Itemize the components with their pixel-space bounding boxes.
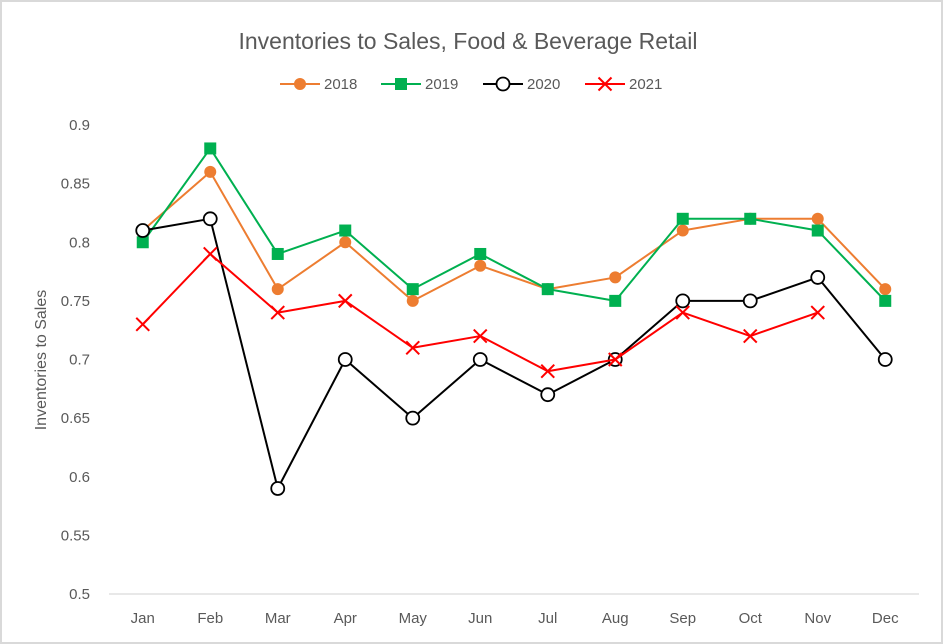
data-point-2018-mar [271, 283, 284, 296]
y-axis-title: Inventories to Sales [33, 290, 50, 431]
data-point-2018-apr [339, 236, 352, 249]
series-2018 [136, 165, 892, 307]
legend-label: 2021 [629, 76, 662, 93]
legend-marker-square [395, 78, 407, 90]
data-point-2018-dec [879, 283, 892, 296]
y-tick-label: 0.75 [61, 293, 90, 310]
legend: 2018 2019 2020 2021 [280, 76, 662, 93]
y-tick-label: 0.55 [61, 527, 90, 544]
data-point-2019-mar [271, 247, 284, 260]
data-point-2019-jan [136, 236, 149, 249]
data-point-2021-feb [203, 246, 218, 262]
series-line-2018 [142, 170, 886, 302]
x-tick-label: Mar [265, 610, 291, 627]
x-tick-label: Sep [669, 610, 696, 627]
data-point-2020-nov [810, 270, 826, 285]
data-point-2019-may [406, 283, 419, 296]
data-point-2018-may [406, 294, 419, 307]
x-tick-label: Feb [197, 610, 223, 627]
data-point-2019-dec [879, 294, 892, 307]
data-point-2019-oct [744, 212, 757, 225]
x-tick-label: May [399, 610, 428, 627]
data-point-2019-sep [676, 212, 689, 225]
data-point-2018-aug [609, 271, 622, 284]
data-point-2018-feb [204, 165, 217, 178]
series-layer [135, 142, 893, 496]
x-tick-label: Oct [739, 610, 763, 627]
data-point-2020-may [405, 410, 421, 426]
y-tick-label: 0.9 [69, 117, 90, 134]
legend-marker-circle [294, 78, 306, 90]
legend-item-2019: 2019 [381, 76, 458, 93]
data-point-2019-nov [811, 224, 824, 237]
data-point-2019-apr [339, 224, 352, 237]
x-tick-label: Dec [872, 610, 899, 627]
x-tick-label: Apr [334, 610, 357, 627]
data-point-2019-jun [474, 247, 487, 260]
data-point-2018-sep [676, 224, 689, 237]
legend-label: 2020 [527, 76, 560, 93]
data-point-2019-jul [541, 283, 554, 296]
y-tick-label: 0.8 [69, 234, 90, 251]
data-point-2021-nov [810, 305, 825, 320]
x-tick-label: Jan [131, 610, 155, 627]
x-tick-label: Aug [602, 610, 629, 627]
data-point-2018-jun [474, 259, 487, 272]
data-point-2018-nov [811, 212, 824, 225]
y-axis: 0.5 0.55 0.6 0.65 0.7 0.75 0.8 0.85 0.9 [61, 117, 90, 603]
legend-item-2021: 2021 [585, 76, 662, 93]
x-axis: Jan Feb Mar Apr May Jun Jul Aug Sep Oct Nov Dec [131, 610, 899, 627]
y-tick-label: 0.85 [61, 176, 90, 193]
y-tick-label: 0.5 [69, 586, 90, 603]
data-point-2021-oct [743, 328, 758, 344]
x-tick-label: Jun [468, 610, 492, 627]
series-2019 [136, 142, 892, 307]
legend-label: 2018 [324, 76, 357, 93]
x-tick-label: Jul [538, 610, 557, 627]
data-point-2021-jan [135, 317, 150, 332]
data-point-2020-jan [135, 223, 151, 238]
data-point-2020-apr [337, 352, 353, 367]
legend-marker-open-circle [495, 76, 511, 92]
data-point-2020-oct [742, 293, 758, 309]
data-point-2019-feb [204, 142, 217, 155]
data-point-2020-feb [202, 211, 218, 227]
x-tick-label: Nov [804, 610, 831, 627]
y-tick-label: 0.7 [69, 352, 90, 369]
y-tick-label: 0.65 [61, 410, 90, 427]
data-point-2020-jun [472, 352, 488, 367]
data-point-2020-dec [877, 352, 893, 367]
legend-item-2018: 2018 [280, 76, 357, 93]
data-point-2019-aug [609, 294, 622, 307]
chart-title: Inventories to Sales, Food & Beverage Re… [239, 28, 698, 54]
line-chart: Inventories to Sales, Food & Beverage Re… [33, 28, 919, 627]
data-point-2020-mar [270, 481, 286, 496]
data-point-2020-sep [675, 293, 691, 309]
y-tick-label: 0.6 [69, 469, 90, 486]
data-point-2020-jul [540, 387, 556, 403]
legend-item-2020: 2020 [483, 76, 560, 93]
legend-label: 2019 [425, 76, 458, 93]
